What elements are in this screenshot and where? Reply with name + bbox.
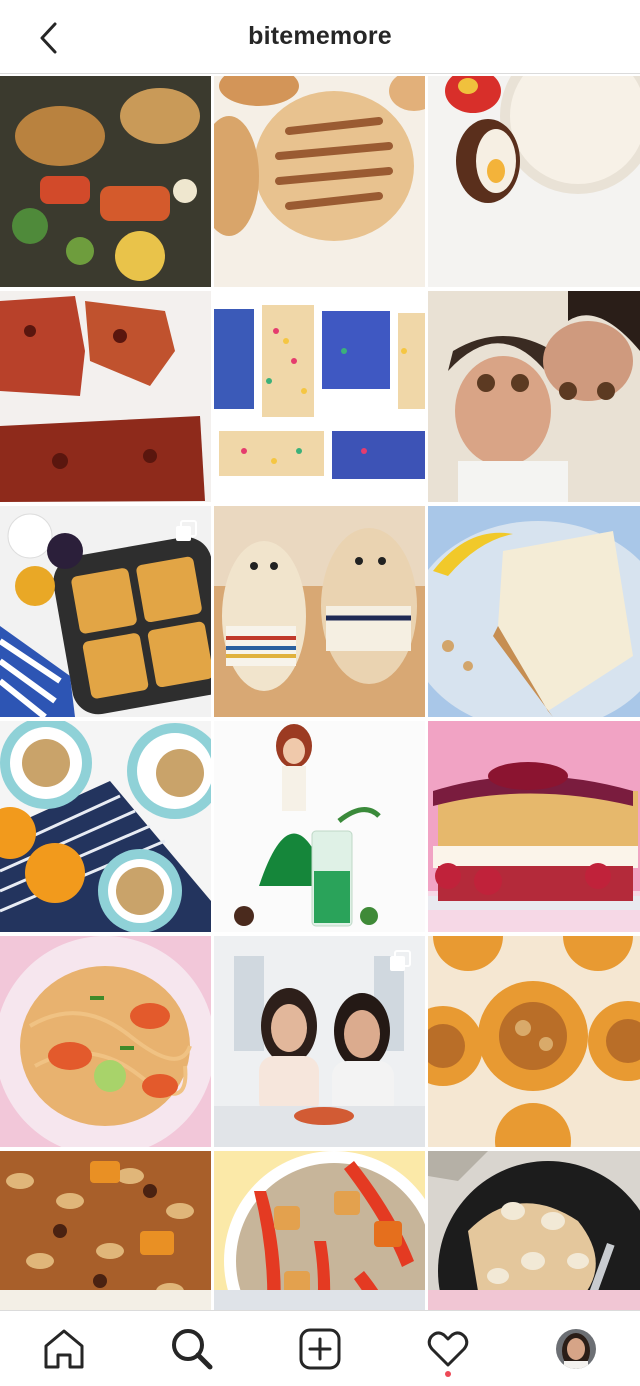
post-peek-2[interactable] <box>214 1290 425 1310</box>
post-thumbnail <box>428 506 640 717</box>
post-shrimp-noodles[interactable] <box>0 936 211 1147</box>
post-thumbnail <box>0 291 211 502</box>
activity-icon <box>427 1330 469 1366</box>
post-peek-3[interactable] <box>428 1290 640 1310</box>
chevron-left-icon <box>40 22 57 54</box>
post-grilled-burger-buns[interactable] <box>214 76 425 287</box>
carousel-icon <box>176 520 197 541</box>
post-sprinkle-matzo[interactable] <box>214 291 425 502</box>
tab-new-post[interactable] <box>288 1317 352 1381</box>
profile-avatar <box>556 1328 596 1369</box>
post-thumbnail <box>428 291 640 502</box>
post-caramel-cupcakes[interactable] <box>428 936 640 1147</box>
home-icon <box>44 1329 84 1368</box>
post-doll-green-drink[interactable] <box>214 721 425 932</box>
tab-profile[interactable] <box>544 1317 608 1381</box>
post-thumbnail <box>428 936 640 1147</box>
post-thumbnail <box>0 936 211 1147</box>
carousel-icon <box>390 950 411 971</box>
post-thumbnail <box>428 721 640 932</box>
post-golden-retrievers[interactable] <box>214 506 425 717</box>
page-title: bitememore <box>248 22 392 50</box>
post-peek-1[interactable] <box>0 1290 211 1310</box>
posts-grid-next-row <box>0 1290 640 1310</box>
post-thumbnail <box>214 721 425 932</box>
notification-dot <box>445 1370 451 1377</box>
post-thumbnail <box>214 76 425 287</box>
post-thumbnail <box>428 76 640 287</box>
back-button[interactable] <box>30 18 66 58</box>
bottom-tab-bar <box>0 1310 640 1386</box>
tab-home[interactable] <box>32 1317 96 1381</box>
post-women-dining[interactable] <box>214 936 425 1147</box>
tab-search[interactable] <box>160 1317 224 1381</box>
tab-activity[interactable] <box>416 1317 480 1381</box>
post-cookies-orange[interactable] <box>0 721 211 932</box>
post-berry-shortcake[interactable] <box>428 721 640 932</box>
posts-grid <box>0 76 640 1362</box>
post-thumbnail <box>0 721 211 932</box>
post-women-with-truffles[interactable] <box>428 291 640 502</box>
post-banana-cake[interactable] <box>428 506 640 717</box>
post-waffle-maker[interactable] <box>0 506 211 717</box>
post-glazed-salmon[interactable] <box>0 291 211 502</box>
post-chocolate-eggs-drink[interactable] <box>428 76 640 287</box>
post-thumbnail <box>214 291 425 502</box>
profile-header: bitememore <box>0 0 640 74</box>
post-roasted-chicken-vegetables[interactable] <box>0 76 211 287</box>
search-icon <box>172 1328 213 1369</box>
new-post-icon <box>299 1328 341 1369</box>
post-thumbnail <box>0 76 211 287</box>
post-thumbnail <box>214 506 425 717</box>
